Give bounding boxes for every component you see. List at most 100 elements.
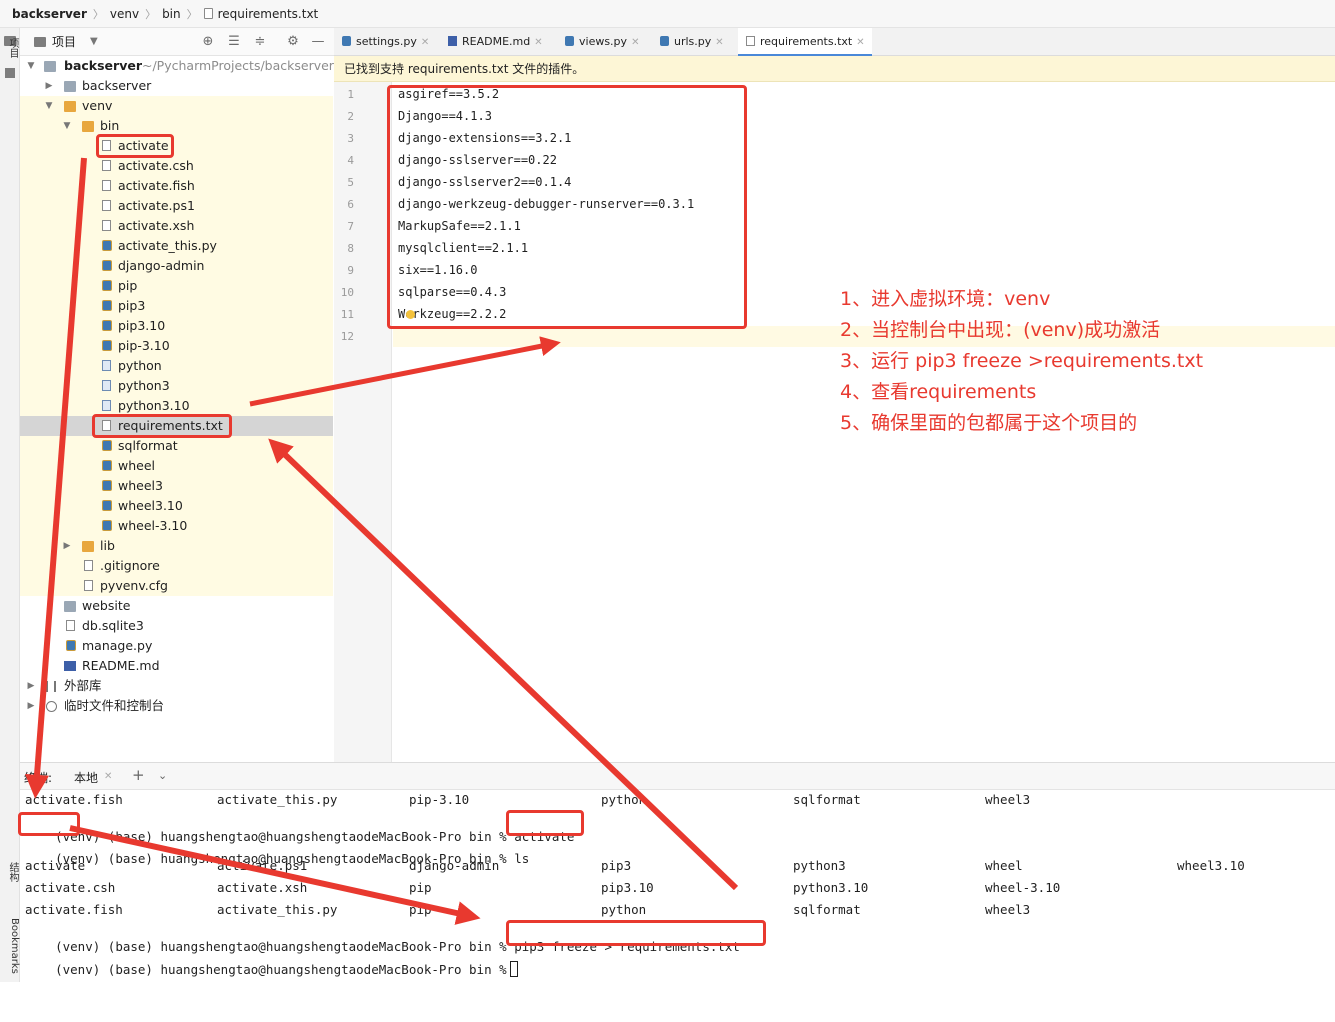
close-icon[interactable]: ✕ xyxy=(534,37,542,48)
chevron-down-icon[interactable]: ▼ xyxy=(26,56,36,76)
chevron-right-icon: 〉 xyxy=(145,7,157,21)
tree-item[interactable]: ▼ venv xyxy=(20,96,333,116)
terminal-cell: sqlformat xyxy=(793,902,861,917)
project-tool-button[interactable]: 项目 xyxy=(0,38,20,58)
tree-item[interactable]: activate.xsh xyxy=(20,216,333,236)
plugin-notice-banner: 已找到支持 requirements.txt 文件的插件。 xyxy=(334,56,1335,82)
project-panel-title[interactable]: 项目 xyxy=(52,33,76,50)
locate-icon[interactable]: ⊕ xyxy=(200,34,216,50)
tab-settings[interactable]: settings.py ✕ xyxy=(334,28,438,56)
terminal-cell: sqlformat xyxy=(793,792,861,807)
line-number: 11 xyxy=(340,308,354,321)
tree-item[interactable]: django-admin xyxy=(20,256,333,276)
tree-item[interactable]: README.md xyxy=(20,656,333,676)
tree-item[interactable]: pyvenv.cfg xyxy=(20,576,333,596)
minimize-icon[interactable]: — xyxy=(310,34,326,50)
tree-item[interactable]: manage.py xyxy=(20,636,333,656)
tree-item[interactable]: pip xyxy=(20,276,333,296)
tree-item-label: .gitignore xyxy=(100,558,160,573)
tree-item[interactable]: activate.fish xyxy=(20,176,333,196)
close-icon[interactable]: ✕ xyxy=(856,37,864,48)
annotation-step-4: 4、查看requirements xyxy=(840,381,1037,403)
close-icon[interactable]: ✕ xyxy=(631,37,639,48)
tree-item[interactable]: wheel3 xyxy=(20,476,333,496)
terminal-line: activate activate.ps1 django-admin pip3 … xyxy=(25,858,1325,880)
tab-readme[interactable]: README.md ✕ xyxy=(440,28,552,56)
expand-all-icon[interactable]: ☰ xyxy=(226,34,242,50)
terminal-line: activate.csh activate.xsh pip pip3.10 py… xyxy=(25,880,1325,902)
tree-item-label: 外部库 xyxy=(64,678,102,693)
close-icon[interactable]: ✕ xyxy=(715,37,723,48)
terminal-cell: django-admin xyxy=(409,858,500,873)
tree-item-label: venv xyxy=(82,98,113,113)
tree-item[interactable]: wheel-3.10 xyxy=(20,516,333,536)
editor-tabs: settings.py ✕ README.md ✕ views.py ✕ urls.p… xyxy=(334,28,1335,56)
tree-item[interactable]: wheel xyxy=(20,456,333,476)
symlink-file-icon xyxy=(102,400,111,411)
breadcrumb-item-venv[interactable]: venv xyxy=(110,7,139,21)
chevron-down-icon[interactable]: ⌄ xyxy=(158,769,167,782)
terminal-cell: pip3.10 xyxy=(601,880,654,895)
folder-icon xyxy=(82,121,94,132)
chevron-right-icon[interactable]: ▶ xyxy=(44,76,54,96)
tree-item[interactable]: ▶ backserver xyxy=(20,76,333,96)
breadcrumb-item-requirements[interactable]: requirements.txt xyxy=(218,7,319,21)
markdown-file-icon xyxy=(64,661,76,671)
terminal-cell: activate.fish xyxy=(25,902,123,917)
python-file-icon xyxy=(102,500,112,511)
tree-item[interactable]: activate xyxy=(20,136,333,156)
plus-icon[interactable]: + xyxy=(132,766,145,784)
text-file-icon xyxy=(203,8,213,19)
breadcrumb-item-bin[interactable]: bin xyxy=(162,7,181,21)
chevron-right-icon[interactable]: ▶ xyxy=(26,696,36,716)
tree-item[interactable]: python xyxy=(20,356,333,376)
tree-item[interactable]: pip-3.10 xyxy=(20,336,333,356)
tree-item[interactable]: python3 xyxy=(20,376,333,396)
tree-item-label: sqlformat xyxy=(118,438,178,453)
collapse-all-icon[interactable]: ≑ xyxy=(252,34,268,50)
gear-icon[interactable]: ⚙ xyxy=(285,34,301,50)
bookmarks-tool-button[interactable]: Bookmarks xyxy=(0,918,20,974)
tab-requirements[interactable]: requirements.txt ✕ xyxy=(738,28,872,56)
close-icon[interactable]: ✕ xyxy=(421,37,429,48)
chevron-right-icon[interactable]: ▶ xyxy=(26,676,36,696)
structure-tool-button[interactable]: 结构 xyxy=(0,862,20,882)
tab-urls[interactable]: urls.py ✕ xyxy=(652,28,734,56)
tree-item[interactable]: db.sqlite3 xyxy=(20,616,333,636)
tree-item[interactable]: ▶ 外部库 xyxy=(20,676,333,696)
breadcrumb-item-backserver[interactable]: backserver xyxy=(12,7,87,21)
tree-item-label: activate.xsh xyxy=(118,218,195,233)
terminal-tab-local[interactable]: 本地 xyxy=(74,769,98,786)
chevron-right-icon[interactable]: ▶ xyxy=(62,536,72,556)
tree-item[interactable]: wheel3.10 xyxy=(20,496,333,516)
terminal-cell: wheel3 xyxy=(985,792,1031,807)
line-number: 7 xyxy=(347,220,354,233)
chevron-down-icon[interactable]: ▼ xyxy=(62,116,72,136)
tree-item[interactable]: pip3.10 xyxy=(20,316,333,336)
tree-item[interactable]: ▶ lib xyxy=(20,536,333,556)
chevron-down-icon[interactable]: ▼ xyxy=(90,36,98,47)
tree-item[interactable]: ▼ bin xyxy=(20,116,333,136)
tree-item[interactable]: python3.10 xyxy=(20,396,333,416)
tab-views[interactable]: views.py ✕ xyxy=(557,28,649,56)
tree-item-label: pip3 xyxy=(118,298,146,313)
tree-item[interactable]: activate.ps1 xyxy=(20,196,333,216)
terminal-cell: pip3 xyxy=(601,858,632,873)
terminal-cursor[interactable] xyxy=(509,961,518,977)
tree-item[interactable]: .gitignore xyxy=(20,556,333,576)
chevron-down-icon[interactable]: ▼ xyxy=(44,96,54,116)
terminal-line: (venv) (base) huangshengtao@huangshengta… xyxy=(25,836,1325,866)
tree-item[interactable]: activate_this.py xyxy=(20,236,333,256)
folder-icon xyxy=(34,36,46,47)
tree-item[interactable]: activate.csh xyxy=(20,156,333,176)
tree-item-label: python3.10 xyxy=(118,398,190,413)
close-icon[interactable]: ✕ xyxy=(104,771,112,782)
tree-item-root[interactable]: ▼ backserver ~/PycharmProjects/backserve… xyxy=(20,56,334,76)
tree-item[interactable]: sqlformat xyxy=(20,436,333,456)
tree-item[interactable]: website xyxy=(20,596,333,616)
terminal-output[interactable]: activate.fish activate_this.py pip-3.10 … xyxy=(20,790,1335,982)
tree-item[interactable]: pip3 xyxy=(20,296,333,316)
tree-item-label: pip-3.10 xyxy=(118,338,170,353)
line-number-gutter: 1 2 3 4 5 6 7 8 9 10 11 12 xyxy=(334,82,392,762)
tree-item[interactable]: ▶ 临时文件和控制台 xyxy=(20,696,333,716)
